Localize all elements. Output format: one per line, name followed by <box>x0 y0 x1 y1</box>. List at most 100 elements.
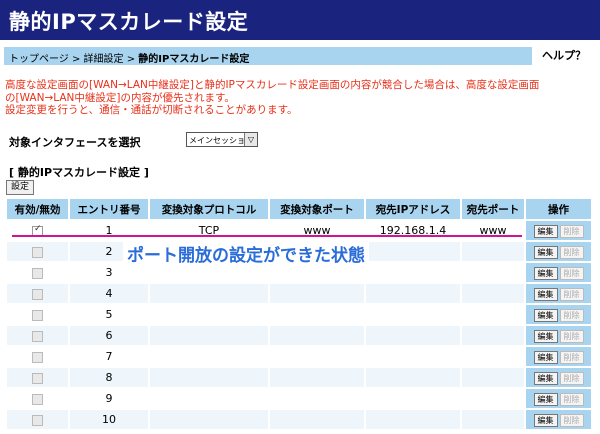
edit-button[interactable]: 編集 <box>533 266 558 280</box>
protocol-cell <box>148 303 270 326</box>
protocol-cell <box>148 282 270 305</box>
edit-button[interactable]: 編集 <box>533 287 558 301</box>
edit-button[interactable]: 編集 <box>533 329 558 343</box>
enabled-checkbox[interactable] <box>32 309 43 321</box>
enabled-cell <box>5 303 70 326</box>
delete-button[interactable]: 削除 <box>559 392 584 406</box>
dest-ip-cell <box>364 345 462 368</box>
actions-cell: 編集 削除 <box>524 324 593 347</box>
dest-ip-cell <box>364 366 462 389</box>
breadcrumb: トップページ > 詳細設定 > 静的IPマスカレード設定 <box>9 50 249 65</box>
warning-line-1: 高度な設定画面の[WAN→LAN中継設定]と静的IPマスカレード設定画面の内容が… <box>5 79 540 91</box>
port-cell <box>268 282 366 305</box>
port-cell <box>268 408 366 431</box>
edit-button[interactable]: 編集 <box>533 371 558 385</box>
actions-cell: 編集 削除 <box>524 282 593 305</box>
col-enabled: 有効/無効 <box>5 197 70 221</box>
entry-no-cell: 10 <box>68 408 150 431</box>
col-entry-no: エントリ番号 <box>68 197 150 221</box>
checkmark-icon: ✓ <box>34 223 42 234</box>
enabled-checkbox[interactable] <box>32 288 43 300</box>
dest-port-cell <box>460 366 526 389</box>
enabled-checkbox[interactable] <box>32 330 43 342</box>
port-cell <box>268 345 366 368</box>
edit-button[interactable]: 編集 <box>533 308 558 322</box>
protocol-cell <box>148 387 270 410</box>
masquerade-table: 有効/無効 エントリ番号 変換対象プロトコル 変換対象ポート 宛先IPアドレス … <box>5 197 593 431</box>
enabled-cell <box>5 366 70 389</box>
breadcrumb-current: 静的IPマスカレード設定 <box>138 54 250 65</box>
delete-button[interactable]: 削除 <box>559 245 584 259</box>
port-cell <box>268 303 366 326</box>
enabled-checkbox[interactable] <box>32 246 43 258</box>
dropdown-arrow-icon[interactable]: ▽ <box>244 133 257 146</box>
interface-label: 対象インタフェースを選択 <box>9 136 141 149</box>
delete-button[interactable]: 削除 <box>559 350 584 364</box>
dest-ip-cell <box>364 387 462 410</box>
dest-port-cell <box>460 261 526 284</box>
table-header-row: 有効/無効 エントリ番号 変換対象プロトコル 変換対象ポート 宛先IPアドレス … <box>5 197 593 221</box>
enabled-checkbox[interactable] <box>32 414 43 426</box>
enabled-cell <box>5 261 70 284</box>
warning-text: 高度な設定画面の[WAN→LAN中継設定]と静的IPマスカレード設定画面の内容が… <box>5 79 597 117</box>
actions-cell: 編集 削除 <box>524 261 593 284</box>
breadcrumb-bar: トップページ > 詳細設定 > 静的IPマスカレード設定 ヘルプ？ <box>4 47 596 65</box>
delete-button[interactable]: 削除 <box>559 413 584 427</box>
delete-button[interactable]: 削除 <box>559 371 584 385</box>
protocol-cell <box>148 324 270 347</box>
delete-button[interactable]: 削除 <box>559 224 584 238</box>
section-title: [ 静的IPマスカレード設定 ] <box>9 166 149 179</box>
edit-button[interactable]: 編集 <box>533 413 558 427</box>
enabled-checkbox[interactable] <box>32 267 43 279</box>
interface-select[interactable]: メインセッション ▽ <box>186 132 258 147</box>
table-row: ✓ 1 TCP www 192.168.1.4 www 編集 削除 <box>5 219 593 242</box>
dest-ip-cell <box>364 282 462 305</box>
enabled-checkbox[interactable] <box>32 351 43 363</box>
edit-button[interactable]: 編集 <box>533 224 558 238</box>
dest-ip-cell: 192.168.1.4 <box>364 219 462 242</box>
annotation-text: ポート開放の設定ができた状態 <box>123 241 369 266</box>
actions-cell: 編集 削除 <box>524 303 593 326</box>
col-port: 変換対象ポート <box>268 197 366 221</box>
entry-no-cell: 1 <box>68 219 150 242</box>
enabled-cell <box>5 408 70 431</box>
entry-no-cell: 6 <box>68 324 150 347</box>
actions-cell: 編集 削除 <box>524 408 593 431</box>
edit-button[interactable]: 編集 <box>533 245 558 259</box>
actions-cell: 編集 削除 <box>524 240 593 263</box>
table-row: 9 編集 削除 <box>5 387 593 410</box>
edit-button[interactable]: 編集 <box>533 392 558 406</box>
dest-port-cell <box>460 282 526 305</box>
delete-button[interactable]: 削除 <box>559 266 584 280</box>
enabled-cell: ✓ <box>5 219 70 242</box>
enabled-cell <box>5 240 70 263</box>
table-row: 4 編集 削除 <box>5 282 593 305</box>
entry-no-cell: 7 <box>68 345 150 368</box>
dest-port-cell <box>460 240 526 263</box>
protocol-cell <box>148 345 270 368</box>
dest-ip-cell <box>364 240 462 263</box>
entry-no-cell: 8 <box>68 366 150 389</box>
col-actions: 操作 <box>524 197 593 221</box>
set-button[interactable]: 設定 <box>6 180 35 195</box>
entry-no-cell: 4 <box>68 282 150 305</box>
dest-port-cell <box>460 303 526 326</box>
title-bar: 静的IPマスカレード設定 <box>0 0 600 40</box>
col-dest-ip: 宛先IPアドレス <box>364 197 462 221</box>
help-link[interactable]: ヘルプ？ <box>532 47 596 65</box>
enabled-checkbox[interactable] <box>32 372 43 384</box>
dest-ip-cell <box>364 408 462 431</box>
enabled-checkbox[interactable] <box>32 393 43 405</box>
delete-button[interactable]: 削除 <box>559 287 584 301</box>
delete-button[interactable]: 削除 <box>559 329 584 343</box>
warning-line-3: 設定変更を行うと、通信・通話が切断されることがあります。 <box>5 104 298 116</box>
col-protocol: 変換対象プロトコル <box>148 197 270 221</box>
edit-button[interactable]: 編集 <box>533 350 558 364</box>
breadcrumb-links[interactable]: トップページ > 詳細設定 > <box>9 54 138 65</box>
dest-ip-cell <box>364 303 462 326</box>
delete-button[interactable]: 削除 <box>559 308 584 322</box>
port-cell <box>268 387 366 410</box>
actions-cell: 編集 削除 <box>524 219 593 242</box>
port-cell <box>268 324 366 347</box>
table-row: 7 編集 削除 <box>5 345 593 368</box>
